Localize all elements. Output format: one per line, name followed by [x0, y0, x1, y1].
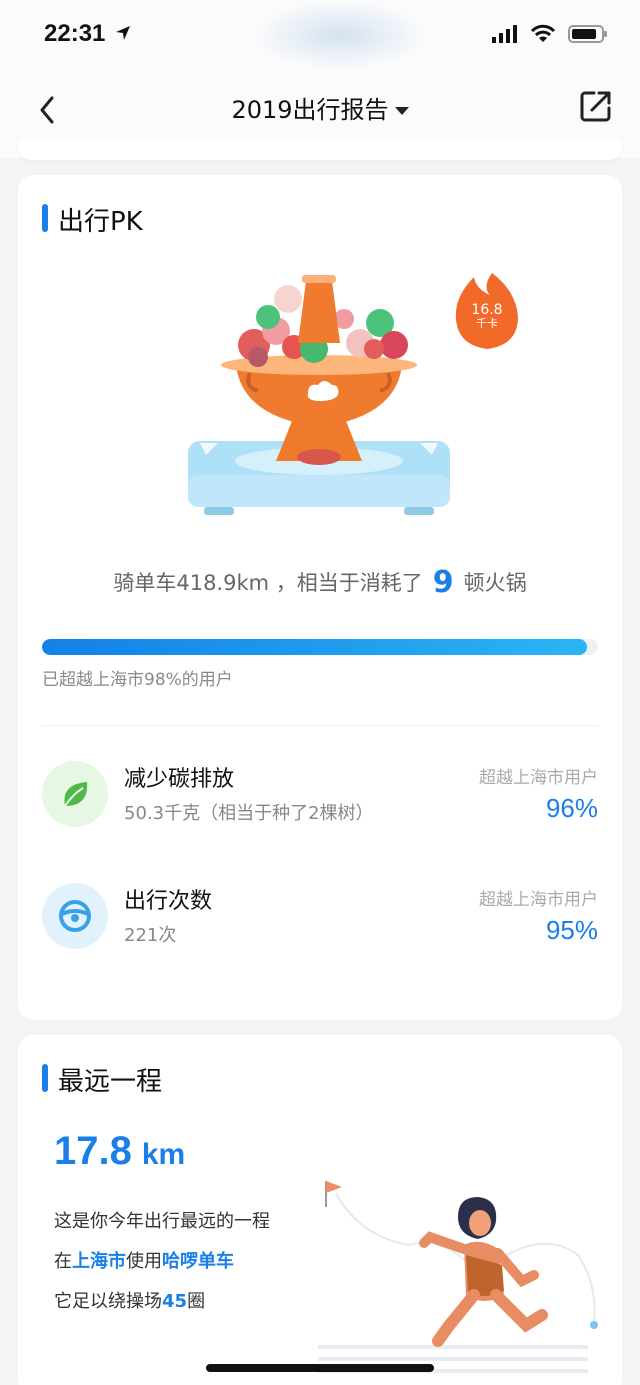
ranking-progress-fill — [42, 639, 587, 655]
previous-card-edge — [18, 140, 622, 160]
travel-pk-card: 出行PK 16.8 千卡 骑单车418.9km ，相当于消耗了 9 顿火锅 已超… — [18, 175, 622, 1020]
distance-value: 17.8 — [54, 1129, 132, 1173]
hotpot-illustration — [188, 275, 450, 515]
chevron-down-icon — [394, 107, 409, 115]
stat-compare-label: 超越上海市用户 — [479, 768, 598, 788]
header-cloud-decoration — [250, 0, 430, 70]
ranking-caption: 已超越上海市98%的用户 — [42, 670, 233, 690]
city-name: 上海市 — [72, 1251, 126, 1272]
calorie-unit: 千卡 — [476, 316, 498, 330]
divider — [42, 725, 598, 726]
steering-wheel-icon — [42, 883, 108, 949]
brand-name: 哈啰单车 — [162, 1251, 234, 1272]
text: 使用 — [126, 1251, 162, 1272]
stat-label: 出行次数 — [124, 889, 213, 914]
stat-percent: 95% — [545, 915, 598, 945]
ranking-progress-bar — [42, 639, 598, 655]
status-bar: 22:31 — [0, 0, 640, 70]
wifi-icon — [530, 24, 556, 42]
farthest-text-line: 这是你今年出行最远的一程 — [54, 1211, 270, 1232]
section-title: 出行PK — [42, 201, 143, 238]
calorie-value: 16.8 — [471, 302, 503, 318]
stat-compare-label: 超越上海市用户 — [479, 890, 598, 910]
stat-row-carbon: 减少碳排放 50.3千克（相当于种了2棵树） 超越上海市用户 96% — [42, 757, 598, 837]
distance-unit: km — [141, 1138, 186, 1171]
status-time: 22:31 — [44, 20, 106, 47]
farthest-trip-card: 最远一程 17.8 km 这是你今年出行最远的一程 在上海市使用哈啰单车 它足以绕… — [18, 1035, 622, 1385]
share-icon[interactable] — [578, 88, 614, 124]
status-indicators — [492, 24, 608, 44]
flame-calorie-badge: 16.8 千卡 — [452, 303, 522, 329]
stat-label: 减少碳排放 — [124, 767, 235, 792]
report-year-dropdown[interactable]: 2019出行报告 — [0, 90, 640, 125]
text: 在 — [54, 1251, 72, 1272]
location-arrow-icon — [116, 26, 130, 40]
lap-count: 45 — [162, 1291, 188, 1312]
section-title: 最远一程 — [42, 1061, 162, 1098]
stat-detail: 221次 — [124, 925, 177, 946]
runner-illustration — [318, 1181, 598, 1373]
stat-percent: 96% — [545, 793, 598, 823]
stat-row-trips: 出行次数 221次 超越上海市用户 95% — [42, 879, 598, 959]
leaf-icon — [42, 761, 108, 827]
farthest-laps-line: 它足以绕操场45圈 — [54, 1287, 205, 1313]
pk-summary: 骑单车418.9km ，相当于消耗了 9 顿火锅 — [18, 565, 622, 600]
home-indicator — [206, 1364, 434, 1372]
text: 它足以绕操场 — [54, 1291, 162, 1312]
cellular-signal-icon — [492, 25, 517, 43]
pk-summary-suffix: 顿火锅 — [463, 571, 527, 595]
pk-summary-prefix: 骑单车418.9km ，相当于消耗了 — [113, 571, 423, 595]
hotpot-count: 9 — [432, 565, 454, 600]
page-title: 2019出行报告 — [231, 96, 389, 124]
battery-icon — [568, 25, 607, 43]
farthest-distance: 17.8 km — [54, 1129, 185, 1174]
text: 圈 — [187, 1291, 206, 1312]
stat-detail: 50.3千克（相当于种了2棵树） — [124, 803, 374, 824]
farthest-city-line: 在上海市使用哈啰单车 — [54, 1247, 234, 1273]
